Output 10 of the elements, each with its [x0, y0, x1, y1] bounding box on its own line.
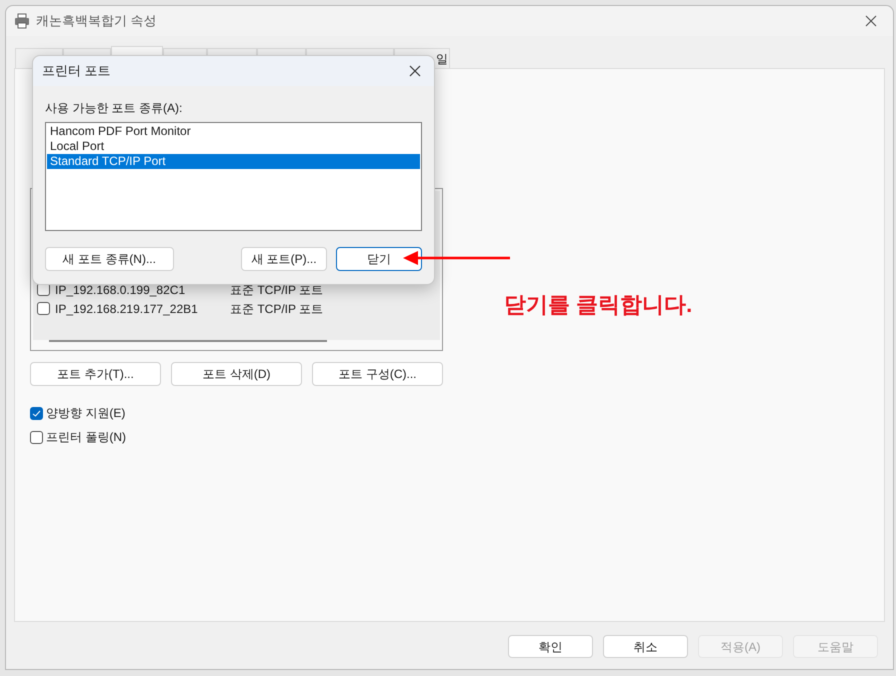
dialog-title: 프린터 포트	[42, 62, 112, 80]
window-title: 캐논흑백복합기 속성	[36, 12, 157, 30]
option-label: 프린터 풀링(N)	[46, 429, 126, 446]
port-name: IP_192.168.219.177_22B1	[55, 300, 199, 318]
port-description: 표준 TCP/IP 포트	[230, 300, 324, 318]
option-label: 양방향 지원(E)	[46, 405, 126, 422]
annotation-text: 닫기를 클릭합니다.	[504, 291, 692, 319]
port-name: IP_192.168.0.199_82C1	[55, 282, 186, 298]
port-description: 표준 TCP/IP 포트	[230, 282, 324, 298]
list-label: 사용 가능한 포트 종류(A):	[45, 100, 184, 117]
